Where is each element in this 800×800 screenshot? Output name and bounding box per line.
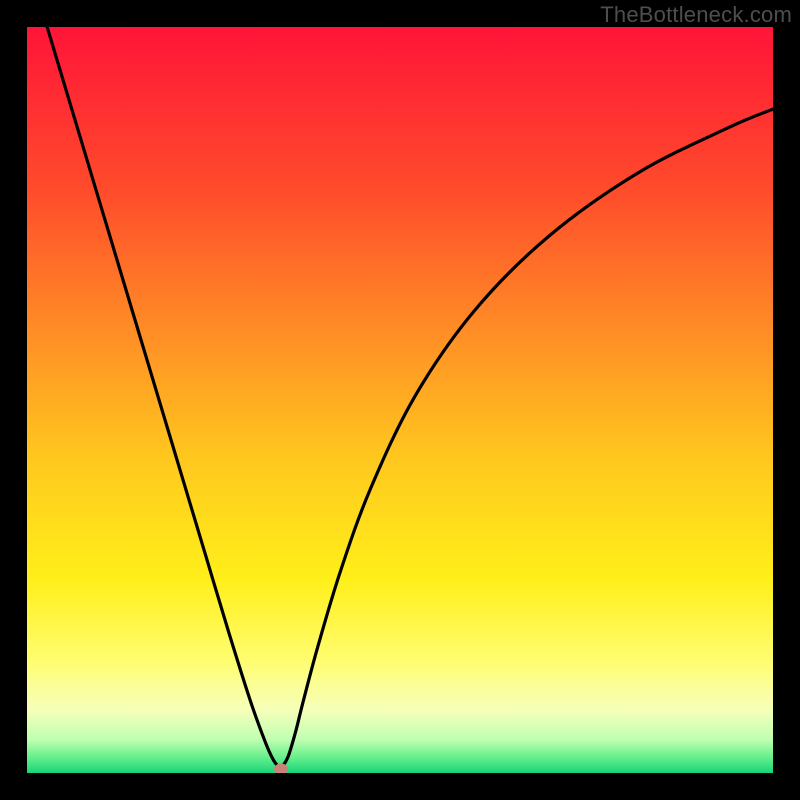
- optimal-point-marker: [274, 763, 288, 773]
- bottleneck-curve: [27, 27, 773, 773]
- plot-area: [27, 27, 773, 773]
- chart-frame: TheBottleneck.com: [0, 0, 800, 800]
- watermark-text: TheBottleneck.com: [600, 2, 792, 28]
